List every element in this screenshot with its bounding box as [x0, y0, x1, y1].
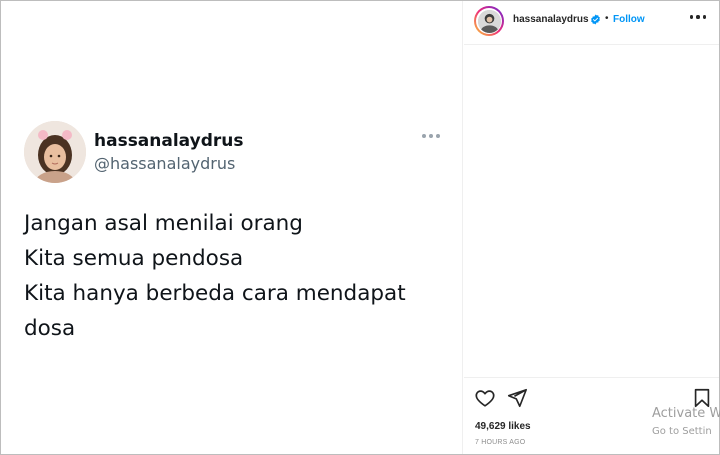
tweet-display-name: hassanalaydrus	[94, 131, 244, 151]
watermark-subtitle: Go to Settin	[652, 426, 712, 437]
tweet-more-icon	[422, 131, 442, 141]
more-options-icon[interactable]	[690, 15, 706, 19]
post-image: hassanalaydrus @hassanalaydrus Jangan as…	[1, 1, 463, 454]
post-timestamp[interactable]: 7 HOURS AGO	[475, 439, 525, 446]
avatar[interactable]	[474, 6, 504, 36]
post-header: hassanalaydrus • Follow	[464, 1, 719, 45]
tweet-avatar	[24, 121, 86, 183]
share-icon[interactable]	[506, 387, 528, 409]
post-side-panel: hassanalaydrus • Follow 49,629 likes 7 H…	[464, 1, 719, 454]
verified-badge-icon	[591, 14, 600, 25]
separator-dot: •	[605, 13, 609, 24]
comments-area	[464, 46, 719, 377]
heart-icon[interactable]	[474, 387, 496, 409]
username-link[interactable]: hassanalaydrus	[513, 14, 589, 25]
likes-count[interactable]: 49,629 likes	[475, 421, 531, 432]
watermark-title: Activate W	[652, 406, 720, 421]
tweet-line: Jangan asal menilai orang	[24, 211, 303, 236]
tweet-line: Kita semua pendosa	[24, 246, 244, 271]
tweet-line: dosa	[24, 316, 76, 341]
tweet-handle: @hassanalaydrus	[94, 154, 236, 173]
windows-activation-watermark: Activate W Go to Settin	[652, 405, 720, 441]
tweet-line: Kita hanya berbeda cara mendapat	[24, 281, 406, 306]
tweet-text: Jangan asal menilai orang Kita semua pen…	[24, 206, 444, 346]
follow-button[interactable]: Follow	[613, 14, 645, 25]
